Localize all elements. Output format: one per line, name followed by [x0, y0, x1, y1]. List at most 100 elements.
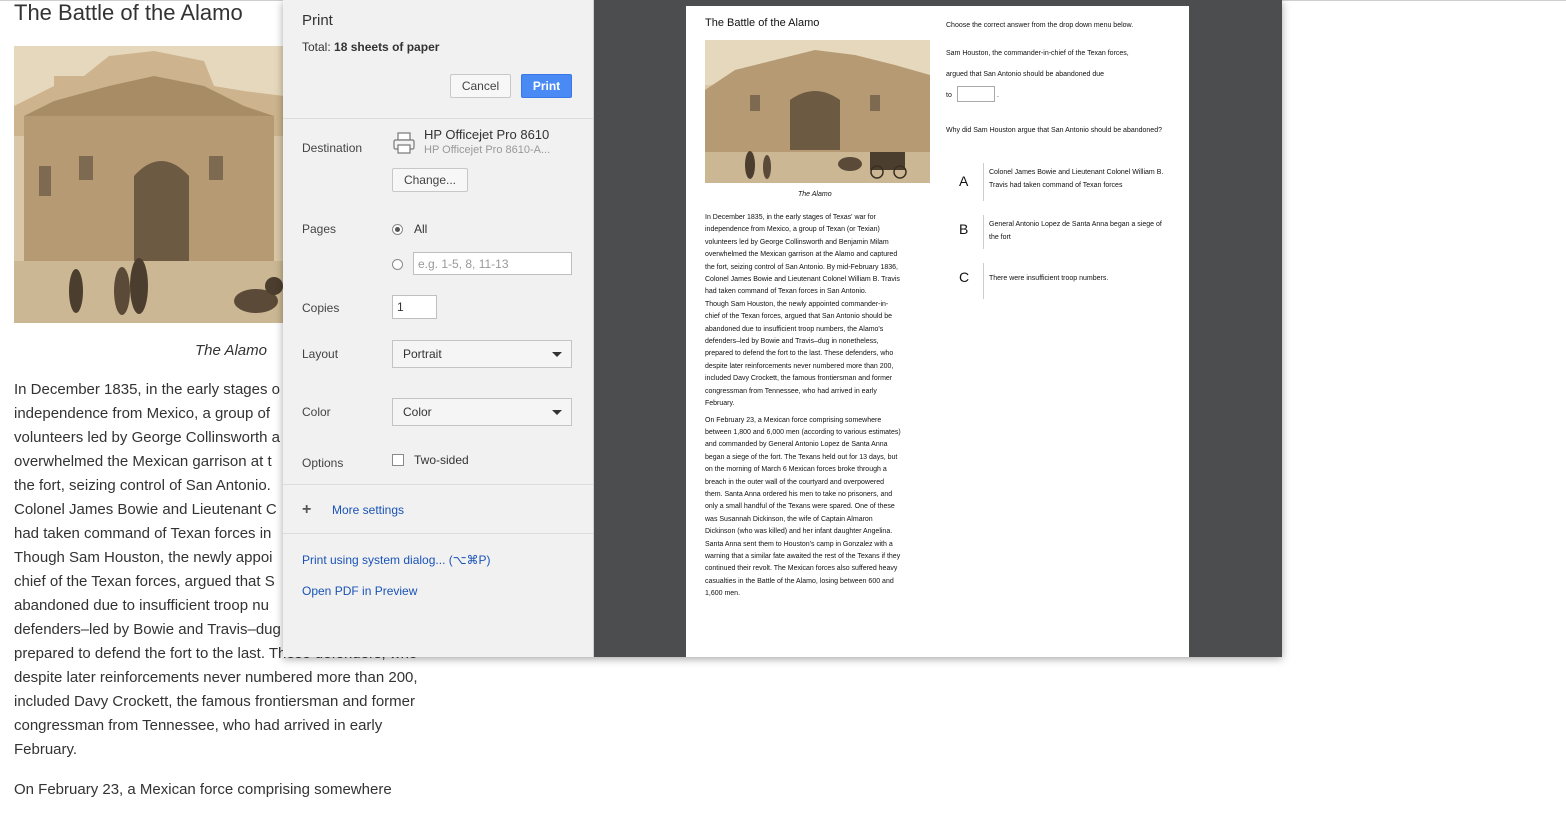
- line: casualties in the Battle of the Alamo, l…: [705, 577, 894, 585]
- destination-label: Destination: [302, 141, 363, 155]
- line: Santa Anna sent them to Houston's camp i…: [705, 540, 893, 548]
- question-1-end: .: [997, 92, 999, 99]
- line: and commanded by General Antonio Lopez d…: [705, 441, 888, 449]
- line: overwhelmed the Mexican garrison at the …: [705, 251, 898, 259]
- line: breach in the outer wall of the courtyar…: [705, 478, 884, 486]
- open-pdf-link[interactable]: Open PDF in Preview: [302, 584, 417, 598]
- line: In December 1835, in the early stages o: [14, 381, 280, 398]
- copies-input[interactable]: [392, 295, 437, 319]
- line: congressman from Tennessee, who had arri…: [14, 717, 383, 734]
- answer-dropdown: [957, 86, 995, 102]
- line: independence from Mexico, a group of: [14, 405, 270, 422]
- option-text: There were insufficient troop numbers.: [989, 275, 1109, 282]
- preview-alamo-image: [705, 40, 930, 183]
- total-value: 18 sheets of paper: [334, 40, 440, 54]
- layout-select[interactable]: Portrait: [392, 340, 572, 368]
- line: Colonel James Bowie and Lieutenant Colon…: [705, 276, 900, 284]
- chevron-down-icon: [552, 352, 562, 357]
- line: them. Santa Anna ordered his men to take…: [705, 490, 893, 498]
- layout-label: Layout: [302, 347, 339, 361]
- line: prepared to defend the fort to the last.…: [705, 350, 894, 358]
- preview-title: The Battle of the Alamo: [705, 17, 820, 29]
- printer-name: HP Officejet Pro 8610: [424, 127, 550, 142]
- question-1-line-1: Sam Houston, the commander-in-chief of t…: [946, 50, 1129, 57]
- line: Though Sam Houston, the newly appointed …: [705, 300, 889, 308]
- preview-caption: The Alamo: [798, 191, 832, 198]
- color-value: Color: [403, 405, 432, 419]
- line: February.: [705, 400, 735, 408]
- line: Dickinson (who was killed) and her infan…: [705, 528, 893, 536]
- preview-page: The Battle of the Alamo The Alamo In Dec…: [686, 6, 1189, 657]
- option-letter: C: [959, 269, 970, 285]
- line: chief of the Texan forces, argued that S…: [705, 313, 893, 321]
- print-button[interactable]: Print: [521, 74, 572, 98]
- printer-icon: [392, 131, 416, 155]
- line: abandoned due to insufficient troop nu: [14, 597, 269, 614]
- divider: [283, 118, 593, 119]
- total-sheets: Total: 18 sheets of paper: [302, 40, 439, 54]
- pages-all-radio[interactable]: [392, 224, 403, 235]
- print-preview-area[interactable]: The Battle of the Alamo The Alamo In Dec…: [594, 0, 1282, 657]
- more-settings-link[interactable]: More settings: [332, 503, 404, 517]
- print-dialog: Print Total: 18 sheets of paper Cancel P…: [283, 0, 1282, 657]
- two-sided-checkbox[interactable]: [392, 454, 404, 466]
- print-settings-sidebar: Print Total: 18 sheets of paper Cancel P…: [283, 0, 594, 657]
- line: between 1,800 and 6,000 men (according t…: [705, 428, 901, 436]
- line: defenders–led by Bowie and Travis–dug in…: [705, 338, 879, 346]
- option-letter: B: [959, 221, 969, 237]
- question-1-line-2: argued that San Antonio should be abando…: [946, 71, 1105, 78]
- divider: [283, 533, 593, 534]
- line: began a siege of the fort. The Texans he…: [705, 453, 898, 461]
- line: warning that a similar fate awaited the …: [705, 552, 901, 560]
- color-label: Color: [302, 405, 331, 419]
- option-text: Colonel James Bowie and Lieutenant Colon…: [989, 169, 1164, 189]
- line: congressman from Tennessee, who had arri…: [705, 387, 877, 395]
- line: Colonel James Bowie and Lieutenant C: [14, 501, 277, 518]
- line: overwhelmed the Mexican garrison at t: [14, 453, 272, 470]
- line: independence from Mexico, a group of Tex…: [705, 226, 880, 234]
- line: abandoned due to insufficient troop numb…: [705, 325, 884, 333]
- chevron-down-icon: [552, 410, 562, 415]
- divider: [283, 484, 593, 485]
- line: had taken command of Texan forces in: [14, 525, 272, 542]
- line: defenders–led by Bowie and Travis–dug: [14, 621, 281, 638]
- two-sided-label: Two-sided: [414, 453, 469, 467]
- total-label: Total:: [302, 40, 331, 54]
- question-1-to: to: [946, 92, 952, 99]
- line: 1,600 men.: [705, 590, 741, 598]
- preview-paragraph-1: In December 1835, in the early stages of…: [705, 212, 929, 411]
- line: included Davy Crockett, the famous front…: [14, 693, 416, 710]
- line: continued their revolt. The Mexican forc…: [705, 565, 898, 573]
- page-title: The Battle of the Alamo: [14, 0, 243, 25]
- system-dialog-link[interactable]: Print using system dialog... (⌥⌘P): [302, 553, 491, 567]
- layout-value: Portrait: [403, 347, 442, 361]
- color-select[interactable]: Color: [392, 398, 572, 426]
- pages-all-label: All: [414, 222, 428, 236]
- pages-range-input[interactable]: [413, 252, 572, 275]
- line: had taken command of Texan forces in San…: [705, 288, 867, 296]
- dialog-title: Print: [302, 12, 333, 29]
- preview-paragraph-2: On February 23, a Mexican force comprisi…: [705, 415, 929, 601]
- line: despite later reinforcements never numbe…: [705, 362, 894, 370]
- line: was Susannah Dickinson, the wife of Capt…: [705, 515, 873, 523]
- pages-label: Pages: [302, 222, 337, 236]
- option-divider: [983, 163, 984, 201]
- line: only a small handful of the Texans were …: [705, 503, 895, 511]
- cancel-button[interactable]: Cancel: [450, 74, 511, 98]
- line: volunteers led by George Collinsworth an…: [705, 238, 889, 246]
- line: volunteers led by George Collinsworth a: [14, 429, 280, 446]
- line: In December 1835, in the early stages of…: [705, 214, 876, 221]
- change-destination-button[interactable]: Change...: [392, 168, 468, 192]
- line: included Davy Crockett, the famous front…: [705, 375, 893, 383]
- line: the fort, seizing control of San Antonio…: [705, 263, 898, 271]
- image-caption: The Alamo: [195, 342, 267, 359]
- options-label: Options: [302, 456, 344, 470]
- line: February.: [14, 741, 78, 758]
- option-divider: [983, 215, 984, 249]
- quiz-instruction: Choose the correct answer from the drop …: [946, 22, 1134, 29]
- printer-subtitle: HP Officejet Pro 8610-A...: [424, 144, 551, 156]
- pages-range-radio[interactable]: [392, 259, 403, 270]
- copies-label: Copies: [302, 301, 340, 315]
- line: the fort, seizing control of San Antonio…: [14, 477, 271, 494]
- line: despite later reinforcements never numbe…: [14, 669, 418, 686]
